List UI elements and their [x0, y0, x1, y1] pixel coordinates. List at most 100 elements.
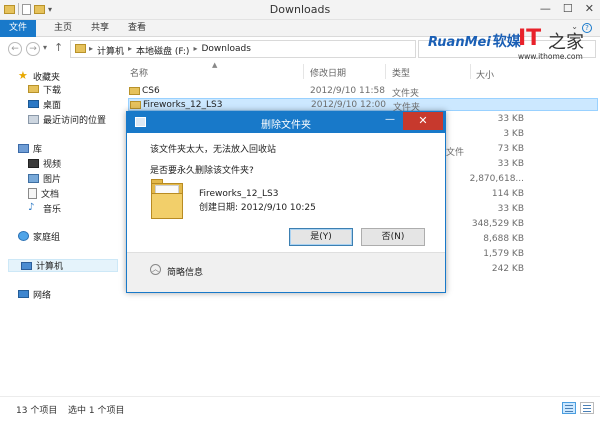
up-button[interactable]: ↑	[54, 41, 63, 54]
sidebar-item-label: 音乐	[43, 204, 62, 215]
minimize-button[interactable]: —	[540, 2, 551, 15]
size-cell: 1,579 KB	[483, 249, 524, 259]
size-cell: 33 KB	[497, 204, 524, 214]
file-row[interactable]: CS6 2012/9/10 11:58 文件夹	[128, 85, 598, 99]
size-cell: 73 KB	[497, 144, 524, 154]
size-cell: 8,688 KB	[483, 234, 524, 244]
maximize-button[interactable]: ☐	[563, 2, 573, 15]
breadcrumb-separator: ▸	[128, 44, 133, 53]
ruanmei-latin: RuanMei	[428, 35, 491, 50]
sidebar-item-network[interactable]: 网络	[18, 288, 51, 301]
sidebar-item-downloads[interactable]: 下载	[28, 83, 62, 96]
sidebar-item-label: 家庭组	[33, 232, 61, 243]
title-bar: ▾ Downloads — ☐ ✕	[0, 0, 600, 20]
sidebar-item-label: 图片	[43, 174, 62, 185]
file-name: Fireworks_12_LS3	[143, 100, 223, 110]
column-header-size[interactable]: 大小	[476, 68, 494, 81]
music-icon: ♪	[28, 202, 35, 213]
yes-button[interactable]: 是(Y)	[289, 228, 353, 246]
size-cell: 114 KB	[491, 189, 524, 199]
column-header-name[interactable]: 名称	[130, 66, 148, 79]
size-cell: 33 KB	[497, 114, 524, 124]
details-view-button[interactable]	[562, 402, 576, 414]
video-icon	[28, 158, 39, 168]
downloads-folder-icon	[28, 85, 39, 93]
dialog-question: 是否要永久删除该文件夹?	[150, 166, 254, 176]
tab-file[interactable]: 文件	[0, 20, 36, 37]
dialog-folder-created: 创建日期: 2012/9/10 10:25	[199, 203, 316, 213]
sidebar-item-recent[interactable]: 最近访问的位置	[28, 113, 106, 126]
folder-icon	[130, 101, 141, 109]
sidebar-item-videos[interactable]: 视频	[28, 157, 62, 170]
network-icon	[18, 290, 29, 298]
sidebar-item-favorites[interactable]: ★ 收藏夹	[18, 69, 60, 83]
sort-ascending-icon: ▲	[212, 61, 218, 69]
size-cell: 348,529 KB	[471, 219, 524, 229]
library-icon	[18, 143, 29, 153]
dialog-title: 删除文件夹	[261, 120, 311, 131]
folder-front	[151, 193, 183, 219]
dialog-close-button[interactable]: ✕	[403, 112, 443, 130]
folder-icon	[75, 44, 86, 53]
window-title: Downloads	[269, 3, 331, 16]
ruanmei-cn: 软媒	[492, 34, 521, 50]
column-header-date[interactable]: 修改日期	[310, 66, 346, 79]
chevron-up-icon[interactable]: ︿	[150, 264, 161, 275]
sidebar-item-label: 桌面	[43, 100, 62, 111]
recent-locations-dropdown-icon[interactable]: ▾	[43, 43, 47, 52]
forward-button[interactable]: →	[26, 42, 40, 56]
tab-home[interactable]: 主页	[54, 20, 72, 37]
ithome-cn: 之家	[548, 32, 584, 53]
fewer-details-link[interactable]: 简略信息	[167, 265, 203, 278]
breadcrumb-separator: ▸	[89, 44, 94, 53]
large-icons-view-button[interactable]	[580, 402, 594, 414]
size-cell: 3 KB	[503, 129, 524, 139]
sidebar-item-computer[interactable]: 计算机	[8, 259, 118, 272]
folder-icon	[149, 179, 185, 221]
navigation-pane: ★ 收藏夹 下载 桌面 最近访问的位置 库 视频 图片 文档 ♪ 音乐 家庭组 …	[0, 62, 120, 396]
sidebar-item-label: 库	[33, 144, 43, 155]
document-icon	[28, 187, 37, 199]
tab-view[interactable]: 查看	[128, 20, 146, 37]
close-button[interactable]: ✕	[585, 2, 594, 15]
dialog-title-bar: 删除文件夹 — ✕	[127, 112, 445, 133]
ruanmei-watermark: RuanMei 软媒	[428, 31, 521, 51]
breadcrumb-separator: ▸	[193, 44, 198, 53]
ithome-url: www.ithome.com	[518, 52, 583, 61]
sidebar-item-homegroup[interactable]: 家庭组	[18, 230, 61, 243]
sidebar-item-pictures[interactable]: 图片	[28, 172, 62, 185]
ithome-it: IT	[518, 26, 542, 51]
delete-folder-dialog: 删除文件夹 — ✕ 该文件夹太大，无法放入回收站 是否要永久删除该文件夹? Fi…	[126, 111, 446, 293]
breadcrumb-drive[interactable]: 本地磁盘 (F:)	[136, 44, 189, 57]
column-divider[interactable]	[303, 64, 304, 79]
column-divider[interactable]	[470, 64, 471, 79]
sidebar-item-music[interactable]: ♪ 音乐	[28, 202, 62, 215]
sidebar-item-label: 视频	[43, 159, 62, 170]
column-header-type[interactable]: 类型	[392, 66, 410, 79]
sidebar-item-label: 下载	[43, 85, 62, 96]
status-bar: 13 个项目 选中 1 个项目	[0, 396, 600, 422]
column-divider[interactable]	[385, 64, 386, 79]
file-name: CS6	[142, 86, 160, 96]
tab-share[interactable]: 共享	[91, 20, 109, 37]
sidebar-item-libraries[interactable]: 库	[18, 142, 43, 155]
dialog-footer: ︿ 简略信息	[127, 252, 445, 292]
dialog-minimize-button[interactable]: —	[385, 114, 395, 125]
breadcrumb-downloads[interactable]: Downloads	[201, 44, 250, 57]
sidebar-item-documents[interactable]: 文档	[28, 187, 59, 200]
back-button[interactable]: ←	[8, 42, 22, 56]
no-button[interactable]: 否(N)	[361, 228, 425, 246]
file-row-selected[interactable]: Fireworks_12_LS3 2012/9/10 12:00 文件夹	[128, 98, 598, 113]
item-count: 13 个项目	[16, 406, 58, 416]
size-cell: 242 KB	[491, 264, 524, 274]
ithome-logo: IT 之家 www.ithome.com	[518, 26, 600, 64]
breadcrumb: ▸ 计算机 ▸ 本地磁盘 (F:) ▸ Downloads	[89, 44, 251, 57]
dialog-body: 该文件夹太大，无法放入回收站 是否要永久删除该文件夹? Fireworks_12…	[127, 133, 445, 252]
file-date: 2012/9/10 12:00	[311, 100, 386, 110]
address-bar[interactable]: ▸ 计算机 ▸ 本地磁盘 (F:) ▸ Downloads	[70, 40, 416, 58]
dialog-folder-name: Fireworks_12_LS3	[199, 189, 279, 199]
breadcrumb-computer[interactable]: 计算机	[97, 44, 124, 57]
dialog-message: 该文件夹太大，无法放入回收站	[150, 145, 277, 155]
sidebar-item-desktop[interactable]: 桌面	[28, 98, 62, 111]
star-icon: ★	[18, 69, 28, 82]
